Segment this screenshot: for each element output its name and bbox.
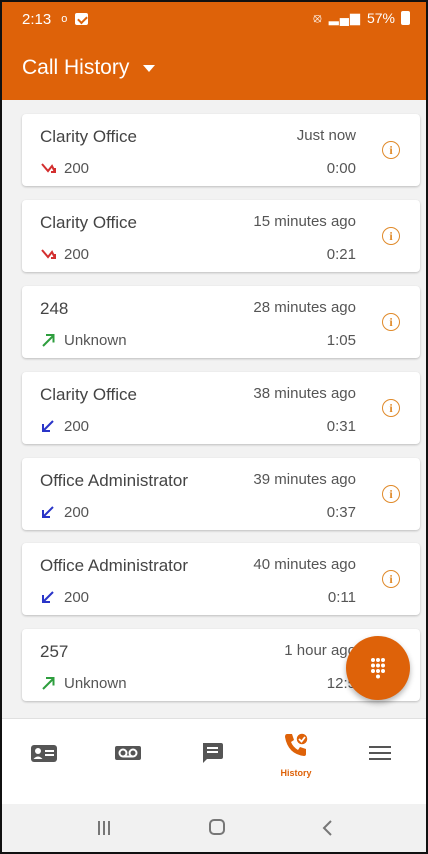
dialpad-button[interactable] (346, 636, 410, 700)
outgoing-call-icon (42, 677, 55, 690)
missed-call-icon (41, 249, 56, 259)
call-duration: 0:31 (326, 418, 356, 435)
incoming-call-icon (42, 591, 54, 603)
missed-call-icon (41, 163, 56, 173)
caller-number: 200 (64, 160, 90, 177)
caller-number: 200 (64, 589, 90, 606)
battery-percent: 57% (366, 10, 395, 26)
call-time: 38 minutes ago (253, 385, 356, 402)
call-history-item[interactable]: Office Administrator 40 minutes ago 200 0:1… (22, 543, 420, 615)
caller-name: Clarity Office (40, 385, 137, 404)
call-duration: 0:37 (326, 504, 356, 521)
page-title[interactable]: Call History (22, 56, 129, 80)
caller-name: 248 (40, 299, 69, 318)
caller-number: Unknown (64, 675, 127, 692)
info-icon[interactable]: i (382, 399, 400, 417)
contacts-icon (31, 745, 57, 762)
call-history-item[interactable]: Clarity Office 38 minutes ago 200 0:31 i (22, 372, 420, 444)
app-bar: Call History (2, 36, 426, 100)
back-icon[interactable] (320, 819, 334, 837)
caller-name: Clarity Office (40, 127, 137, 146)
incoming-call-icon (42, 506, 54, 518)
menu-icon (369, 746, 391, 760)
info-icon[interactable]: i (382, 227, 400, 245)
caller-name: Office Administrator (40, 471, 189, 490)
incoming-call-icon (42, 420, 54, 432)
call-time: 28 minutes ago (253, 299, 356, 316)
nav-history[interactable]: History (254, 719, 338, 805)
nav-contacts[interactable] (2, 719, 86, 805)
chat-icon (203, 743, 223, 763)
call-duration: 0:11 (327, 589, 356, 606)
nav-history-label: History (280, 768, 312, 778)
nav-voicemail[interactable] (86, 719, 170, 805)
info-icon[interactable]: i (382, 570, 400, 588)
dialpad-icon (371, 658, 385, 679)
call-history-item[interactable]: Clarity Office Just now 200 0:00 i (22, 114, 420, 186)
status-time: 2:13 (22, 10, 52, 28)
info-icon[interactable]: i (382, 485, 400, 503)
caller-number: 200 (64, 418, 90, 435)
nav-chat[interactable] (170, 719, 254, 805)
recents-icon[interactable] (96, 821, 112, 835)
status-dot: o (61, 13, 68, 25)
signal-icon: ▂▄▆ (328, 10, 361, 25)
voicemail-icon (115, 746, 141, 760)
status-bar: 2:13 o ⦻ ▂▄▆ 57% (2, 2, 426, 36)
dropdown-caret-icon[interactable] (143, 64, 156, 72)
call-duration: 0:21 (326, 246, 356, 263)
call-time: 40 minutes ago (253, 556, 356, 573)
call-duration: 1:05 (326, 332, 356, 349)
info-icon[interactable]: i (382, 141, 400, 159)
call-time: 15 minutes ago (253, 213, 356, 230)
message-notification-icon (75, 13, 89, 25)
info-icon[interactable]: i (382, 313, 400, 331)
bottom-navigation: History (2, 718, 426, 805)
call-history-list: Clarity Office Just now 200 0:00 i Clarity Of… (2, 100, 426, 712)
caller-name: Office Administrator (40, 556, 189, 575)
outgoing-call-icon (42, 334, 55, 347)
caller-name: 257 (40, 642, 69, 661)
caller-number: Unknown (64, 332, 127, 349)
caller-name: Clarity Office (40, 213, 137, 232)
call-duration: 0:00 (326, 160, 356, 177)
call-time: 39 minutes ago (253, 471, 356, 488)
phone-screen: 2:13 o ⦻ ▂▄▆ 57% Call History Clarity Of… (0, 0, 428, 854)
nav-menu[interactable] (338, 719, 422, 805)
status-right: ⦻ ▂▄▆ 57% (313, 10, 410, 26)
call-history-item[interactable]: 248 28 minutes ago Unknown 1:05 i (22, 286, 420, 358)
call-time: 1 hour ago (284, 642, 356, 659)
mute-icon: ⦻ (313, 10, 323, 25)
home-icon[interactable] (209, 819, 225, 835)
call-history-item[interactable]: Office Administrator 39 minutes ago 200 0:3… (22, 458, 420, 530)
call-history-item[interactable]: Clarity Office 15 minutes ago 200 0:21 i (22, 200, 420, 272)
caller-number: 200 (64, 504, 90, 521)
battery-icon (401, 11, 410, 25)
call-time: Just now (296, 127, 356, 144)
history-icon (285, 732, 309, 756)
caller-number: 200 (64, 246, 90, 263)
system-navigation-bar (2, 804, 426, 852)
